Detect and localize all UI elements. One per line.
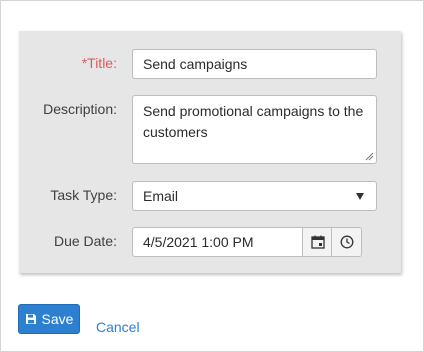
due-date-value[interactable]: 4/5/2021 1:00 PM xyxy=(143,228,254,256)
title-input[interactable]: Send campaigns xyxy=(132,49,377,79)
save-label: Save xyxy=(41,311,74,327)
clock-icon xyxy=(340,235,353,249)
title-label: *Title: xyxy=(81,55,117,71)
calendar-button[interactable] xyxy=(302,228,332,256)
floppy-disk-icon xyxy=(25,314,36,324)
time-button[interactable] xyxy=(331,228,361,256)
cancel-link[interactable]: Cancel xyxy=(96,319,140,335)
save-button[interactable]: Save xyxy=(18,304,80,334)
task-type-select[interactable]: Email xyxy=(132,181,377,211)
description-textarea[interactable]: Send promotional campaigns to the custom… xyxy=(132,95,377,164)
task-form-panel: *Title: Send campaigns Description: Send… xyxy=(19,31,401,273)
due-date-label: Due Date: xyxy=(53,233,117,249)
description-text: Send promotional campaigns to the custom… xyxy=(143,103,364,140)
calendar-icon xyxy=(310,235,325,249)
description-label: Description: xyxy=(43,101,117,117)
chevron-down-icon xyxy=(356,193,364,200)
window-frame: *Title: Send campaigns Description: Send… xyxy=(0,0,424,352)
resize-handle-icon[interactable] xyxy=(365,152,374,161)
due-date-picker[interactable]: 4/5/2021 1:00 PM xyxy=(132,227,362,257)
task-type-label: Task Type: xyxy=(50,187,117,203)
task-type-value: Email xyxy=(143,188,179,204)
